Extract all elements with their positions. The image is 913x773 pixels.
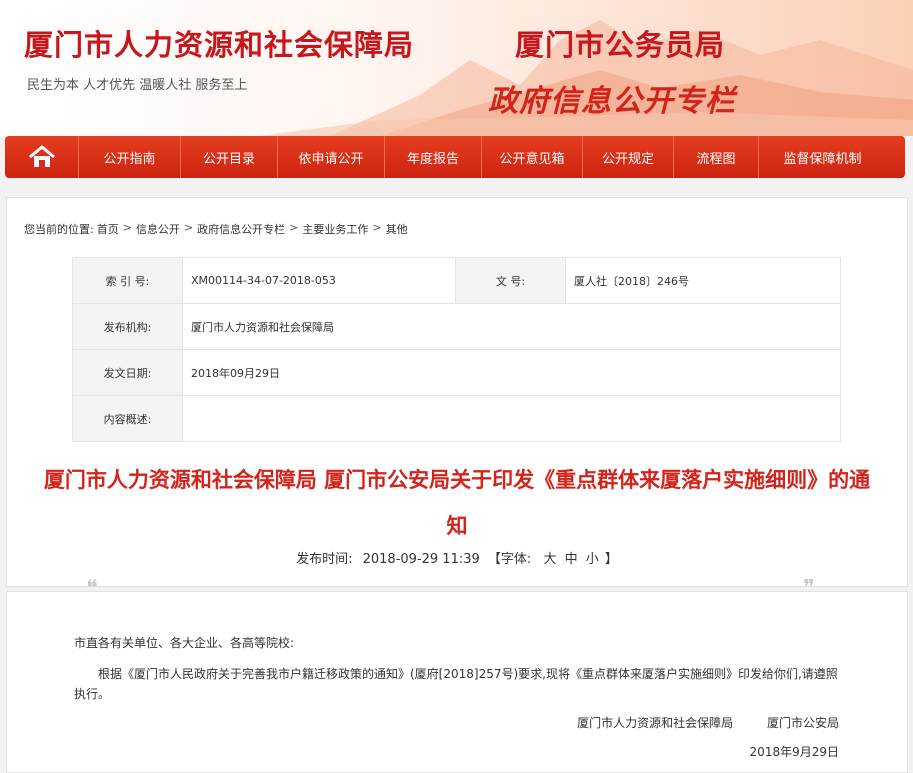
publish-time-label: 发布时间: (296, 552, 353, 567)
slogan: 民生为本 人才优先 温暖人社 服务至上 (27, 78, 248, 93)
home-icon (28, 145, 55, 167)
breadcrumb-separator: > (372, 221, 382, 234)
header-banner: 厦门市人力资源和社会保障局 厦门市公务员局 民生为本 人才优先 温暖人社 服务至… (0, 0, 913, 136)
nav-item-flowchart[interactable]: 流程图 (674, 136, 759, 178)
publisher-value: 厦门市人力资源和社会保障局 (182, 303, 841, 350)
nav-item-application[interactable]: 依申请公开 (278, 136, 385, 178)
index-number-value: XM00114-34-07-2018-053 (182, 257, 456, 304)
nav-item-feedback[interactable]: 公开意见箱 (482, 136, 583, 178)
breadcrumb-gov-column[interactable]: 政府信息公开专栏 (197, 221, 285, 237)
main-nav: 公开指南 公开目录 依申请公开 年度报告 公开意见箱 公开规定 流程图 监督保障… (5, 136, 905, 178)
nav-item-supervision[interactable]: 监督保障机制 (759, 136, 886, 178)
document-number-value: 厦人社〔2018〕246号 (565, 257, 841, 304)
mountain-background (260, 20, 913, 136)
index-number-label: 索 引 号: (72, 257, 183, 304)
font-size-large-link[interactable]: 大 (543, 552, 556, 567)
document-number-label: 文 号: (455, 257, 566, 304)
column-title: 政府信息公开专栏 (488, 84, 736, 119)
breadcrumb-info-disclosure[interactable]: 信息公开 (136, 221, 180, 237)
publish-time-value: 2018-09-29 11:39 (362, 552, 480, 567)
breadcrumb-home[interactable]: 首页 (97, 221, 119, 237)
publisher-label: 发布机构: (72, 303, 183, 350)
org-title-civil-service: 厦门市公务员局 (515, 28, 726, 62)
salutation: 市直各有关单位、各大企业、各高等院校: (74, 636, 295, 650)
breadcrumb-prefix: 您当前的位置: (24, 223, 94, 236)
org-title-hrss: 厦门市人力资源和社会保障局 (24, 28, 415, 62)
summary-label: 内容概述: (72, 395, 183, 442)
breadcrumb-separator: > (289, 221, 299, 234)
document-title: 厦门市人力资源和社会保障局 厦门市公安局关于印发《重点群体来厦落户实施细则》的通… (43, 468, 871, 538)
issue-date-label: 发文日期: (72, 349, 183, 396)
nav-item-regulations[interactable]: 公开规定 (583, 136, 674, 178)
font-size-small-link[interactable]: 小 (586, 552, 599, 567)
nav-home[interactable] (5, 136, 79, 178)
breadcrumb-separator: > (122, 221, 132, 234)
font-size-label: 【字体: (487, 552, 532, 567)
publish-info: 发布时间: 2018-09-29 11:39 【字体: 大 中 小 】 (7, 548, 907, 567)
breadcrumb-separator: > (183, 221, 194, 234)
font-size-medium-link[interactable]: 中 (565, 552, 578, 567)
summary-value (182, 395, 841, 442)
breadcrumb-main-work[interactable]: 主要业务工作 (302, 221, 368, 237)
font-size-close: 】 (604, 552, 618, 567)
signers: 厦门市人力资源和社会保障局 厦门市公安局 (577, 714, 839, 731)
breadcrumb-other[interactable]: 其他 (386, 221, 408, 237)
document-body: 市直各有关单位、各大企业、各高等院校: 根据《厦门市人民政府关于完善我市户籍迁移… (6, 591, 908, 773)
signer-hrss: 厦门市人力资源和社会保障局 (577, 716, 734, 730)
breadcrumb: 您当前的位置: 首页 > 信息公开 > 政府信息公开专栏 > 主要业务工作 > … (24, 221, 408, 237)
document-card: 您当前的位置: 首页 > 信息公开 > 政府信息公开专栏 > 主要业务工作 > … (6, 197, 908, 587)
nav-item-guide[interactable]: 公开指南 (79, 136, 181, 178)
issue-date-value: 2018年09月29日 (182, 349, 841, 396)
metadata-table: 索 引 号: XM00114-34-07-2018-053 文 号: 厦人社〔2… (72, 257, 841, 442)
nav-item-catalog[interactable]: 公开目录 (181, 136, 278, 178)
sign-date: 2018年9月29日 (749, 745, 839, 759)
body-paragraph: 根据《厦门市人民政府关于完善我市户籍迁移政策的通知》(厦府[2018]257号)… (74, 667, 838, 701)
nav-item-annual-report[interactable]: 年度报告 (385, 136, 482, 178)
signer-police: 厦门市公安局 (766, 716, 839, 730)
